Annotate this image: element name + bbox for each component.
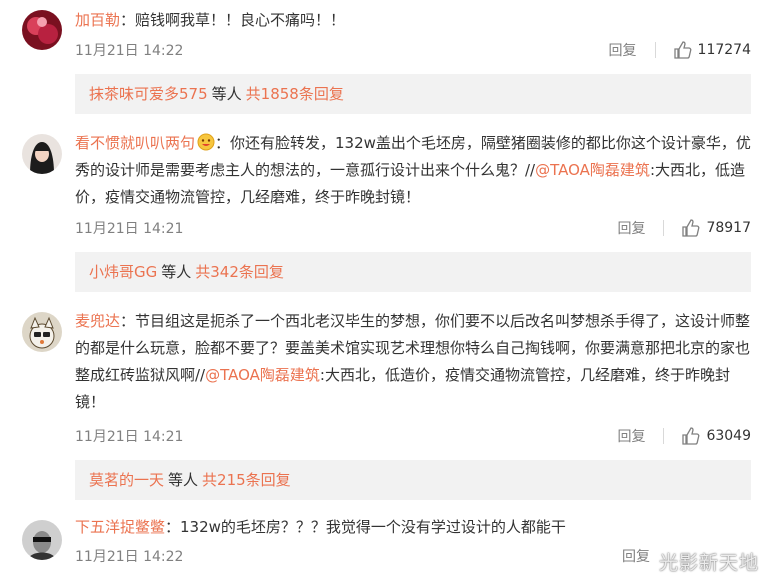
like-count: 117274 (697, 42, 751, 58)
like-count: 63049 (706, 428, 751, 444)
like-button[interactable]: 78917 (682, 219, 751, 237)
reply-count-link[interactable]: 共342条回复 (195, 263, 284, 281)
comment-time: 11月21日 14:22 (75, 43, 184, 59)
like-button[interactable]: 117274 (673, 41, 751, 59)
mention-link[interactable]: @TAOA陶磊建筑 (535, 161, 650, 179)
smile-emoji-icon (197, 133, 215, 151)
comment-time: 11月21日 14:21 (75, 429, 184, 445)
mention-link[interactable]: @TAOA陶磊建筑 (205, 366, 320, 384)
thumbs-up-icon (673, 41, 691, 59)
comment-text: 加百勒：赔钱啊我草！！良心不痛吗！！ (75, 11, 346, 29)
avatar[interactable] (22, 520, 62, 560)
divider (663, 220, 665, 236)
divider (654, 42, 656, 58)
reply-summary: 莫茗的一天 等人 共215条回复 (75, 460, 751, 500)
avatar[interactable] (22, 312, 62, 352)
comment-actions: 回复 117274 (609, 40, 751, 60)
comment-username[interactable]: 看不惯就叭叭两句 (75, 134, 195, 152)
comment-username[interactable]: 加百勒 (75, 11, 120, 29)
reply-usernames[interactable]: 莫茗的一天 (89, 471, 164, 489)
comment-time: 11月21日 14:21 (75, 221, 184, 237)
like-count: 78917 (706, 220, 751, 236)
reply-button[interactable]: 回复 (622, 546, 650, 566)
like-button[interactable]: 63049 (682, 427, 751, 445)
avatar[interactable] (22, 134, 62, 174)
comment-text: 麦兜达：节目组这是扼杀了一个西北老汉毕生的梦想，你们要不以后改名叫梦想杀手得了，… (75, 312, 751, 411)
comment-actions: 回复 63049 (617, 426, 751, 446)
watermark: 光影新天地 (658, 552, 759, 574)
reply-usernames[interactable]: 抹茶味可爱多575 (89, 85, 208, 103)
reply-count-link[interactable]: 共1858条回复 (246, 85, 344, 103)
reply-button[interactable]: 回复 (617, 426, 645, 446)
comment-username[interactable]: 麦兜达 (75, 312, 120, 330)
reply-count-link[interactable]: 共215条回复 (202, 471, 291, 489)
reply-button[interactable]: 回复 (609, 40, 637, 60)
comment-text: 下五洋捉鳖鳖：132w的毛坯房？？？我觉得一个没有学过设计的人都能干 (75, 518, 566, 536)
reply-usernames[interactable]: 小炜哥GG (89, 263, 157, 281)
reply-summary: 抹茶味可爱多575 等人 共1858条回复 (75, 74, 751, 114)
comment-actions: 回复 78917 (617, 218, 751, 238)
reply-button[interactable]: 回复 (617, 218, 645, 238)
avatar[interactable] (22, 10, 62, 50)
reply-summary: 小炜哥GG 等人 共342条回复 (75, 252, 751, 292)
comment-text: 看不惯就叭叭两句 ：你还有脸转发，132w盖出个毛坯房，隔壁猪圈装修的都比你这个设… (75, 133, 751, 206)
divider (663, 428, 665, 444)
thumbs-up-icon (682, 427, 700, 445)
thumbs-up-icon (682, 219, 700, 237)
comment-username[interactable]: 下五洋捉鳖鳖 (75, 518, 165, 536)
comment-time: 11月21日 14:22 (75, 549, 184, 565)
